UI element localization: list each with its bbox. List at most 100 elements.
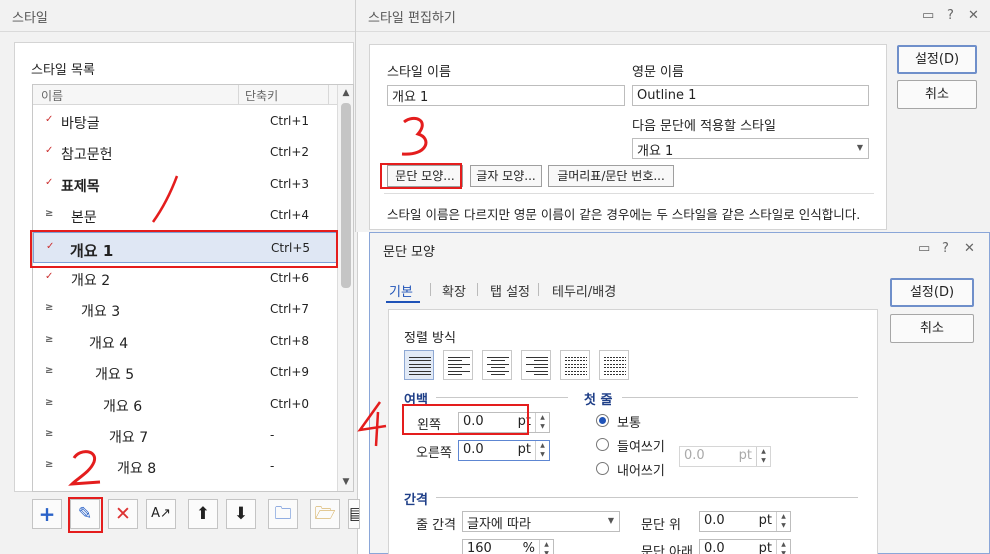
add-style-button[interactable]: +	[32, 499, 62, 529]
first-line-group-title: 첫 줄	[584, 393, 613, 408]
folder-open-icon: 🗁	[314, 504, 336, 524]
style-item-shortcut: Ctrl+4	[270, 208, 310, 223]
style-list-item[interactable]: ✓ 바탕글 Ctrl+1	[33, 106, 337, 137]
style-list-item[interactable]: ≥ 개요 5 Ctrl+9	[33, 357, 337, 388]
style-item-name: 개요 2	[71, 273, 111, 289]
style-list-header: 이름 단축키	[33, 85, 337, 105]
style-item-shortcut: Ctrl+1	[270, 114, 310, 128]
spin-arrows-icon[interactable]: ▲ ▼	[776, 512, 790, 531]
char-style-icon: ✓	[45, 145, 54, 157]
annotation-box-left-margin	[402, 404, 529, 435]
spin-arrows-icon[interactable]: ▲ ▼	[535, 441, 549, 460]
style-list[interactable]: 이름 단축키 ✓ 바탕글 Ctrl+1 ✓ 참고문헌 Ctrl+2 ✓ 표제목 Ctrl+3 ≥ 본…	[32, 84, 354, 492]
para-above-input[interactable]: 0.0 pt ▲ ▼	[699, 511, 791, 532]
open-style-button[interactable]: 🗁	[310, 499, 340, 529]
scroll-up-icon[interactable]: ▲	[341, 88, 351, 98]
style-item-shortcut: Ctrl+8	[270, 333, 310, 348]
style-name-input[interactable]	[387, 85, 625, 106]
scroll-thumb[interactable]	[341, 103, 351, 288]
column-header-name[interactable]: 이름	[41, 87, 63, 104]
spin-arrows-icon[interactable]: ▲ ▼	[535, 413, 549, 432]
chat-icon[interactable]: ▭	[922, 8, 934, 23]
bullet-numbering-button[interactable]: 글머리표/문단 번호...	[548, 165, 674, 187]
style-list-item[interactable]: ≥ 개요 6 Ctrl+0	[33, 389, 337, 420]
move-down-button[interactable]: ⬇	[226, 499, 256, 529]
char-style-icon: ✓	[45, 114, 54, 125]
style-item-shortcut: Ctrl+7	[270, 302, 310, 317]
english-name-input[interactable]	[632, 85, 869, 106]
scroll-down-icon[interactable]: ▼	[341, 477, 351, 487]
style-list-item[interactable]: ≥ 개요 4 Ctrl+8	[33, 326, 337, 357]
style-item-shortcut: Ctrl+9	[270, 365, 310, 380]
move-up-button[interactable]: ⬆	[188, 499, 218, 529]
annotation-box-paragraph-button	[380, 163, 462, 189]
close-icon[interactable]: ✕	[964, 241, 975, 256]
help-icon[interactable]: ?	[942, 241, 949, 256]
annotation-number-3	[401, 117, 428, 156]
line-spacing-type-select[interactable]: 글자에 따라 ▼	[462, 511, 620, 532]
tab-border-background[interactable]: 테두리/배경	[552, 281, 616, 300]
style-list-item[interactable]: ✓ 참고문헌 Ctrl+2	[33, 137, 337, 168]
style-dialog-title: 스타일	[12, 11, 48, 26]
first-line-indent-radio[interactable]	[596, 438, 609, 451]
spin-arrows-icon[interactable]: ▲ ▼	[539, 540, 553, 554]
import-style-button[interactable]: 🗀	[268, 499, 298, 529]
para-style-icon: ≥	[45, 208, 54, 220]
para-cancel-button[interactable]: 취소	[890, 314, 974, 343]
para-style-icon: ≥	[45, 396, 54, 408]
replace-style-button[interactable]: A↗	[146, 499, 176, 529]
spin-arrows-icon[interactable]: ▲ ▼	[756, 447, 770, 466]
para-below-input[interactable]: 0.0 pt ▲ ▼	[699, 539, 791, 554]
style-item-shortcut: -	[270, 459, 275, 474]
align-divide-icon[interactable]	[599, 350, 629, 380]
right-margin-input[interactable]: 0.0 pt ▲ ▼	[458, 440, 550, 461]
annotation-number-4	[357, 401, 387, 447]
edit-ok-button[interactable]: 설정(D)	[897, 45, 977, 74]
plus-icon: +	[38, 502, 56, 526]
first-line-value-input[interactable]: 0.0 pt ▲ ▼	[679, 446, 771, 467]
align-distribute-icon[interactable]	[560, 350, 590, 380]
line-spacing-value-input[interactable]: 160 % ▲ ▼	[462, 539, 554, 554]
tab-active-indicator	[386, 301, 420, 303]
tab-tab-settings[interactable]: 탭 설정	[490, 281, 530, 300]
close-icon[interactable]: ✕	[968, 8, 979, 23]
para-style-icon: ≥	[45, 459, 54, 471]
chat-icon[interactable]: ▭	[918, 241, 930, 256]
tab-basic[interactable]: 기본	[389, 281, 413, 300]
spin-arrows-icon[interactable]: ▲ ▼	[776, 540, 790, 554]
spacing-group-title: 간격	[404, 493, 428, 508]
style-item-shortcut: Ctrl+2	[270, 145, 310, 160]
para-ok-button[interactable]: 설정(D)	[890, 278, 974, 307]
first-line-normal-radio[interactable]	[596, 414, 609, 427]
style-item-name: 본문	[71, 210, 97, 227]
style-item-name: 표제목	[61, 178, 100, 195]
character-shape-button[interactable]: 글자 모양...	[470, 165, 542, 187]
column-header-shortcut[interactable]: 단축키	[245, 87, 278, 104]
align-right-icon[interactable]	[521, 350, 551, 380]
align-left-icon[interactable]	[443, 350, 473, 380]
delete-x-icon: ✕	[115, 503, 131, 525]
align-center-icon[interactable]	[482, 350, 512, 380]
tab-extension[interactable]: 확장	[442, 281, 466, 300]
first-line-hanging-radio[interactable]	[596, 462, 609, 475]
edit-style-panel: 스타일 이름 영문 이름 다음 문단에 적용할 스타일 개요 1 ▼ 문단 모양…	[369, 44, 887, 230]
style-name-note: 스타일 이름은 다르지만 영문 이름이 같은 경우에는 두 스타일을 같은 스타…	[387, 207, 861, 222]
next-style-label: 다음 문단에 적용할 스타일	[632, 119, 776, 134]
style-item-shortcut: Ctrl+6	[270, 271, 310, 285]
style-list-label: 스타일 목록	[31, 63, 95, 78]
style-list-scrollbar[interactable]: ▲ ▼	[337, 85, 353, 491]
style-list-item[interactable]: ≥ 개요 3 Ctrl+7	[33, 294, 337, 325]
style-list-item[interactable]: ≥ 본문 Ctrl+4	[33, 200, 337, 231]
style-item-name: 참고문헌	[61, 147, 113, 164]
edit-style-dialog: 스타일 편집하기 ▭ ? ✕ 스타일 이름 영문 이름 다음 문단에 적용할 스…	[355, 0, 990, 232]
help-icon[interactable]: ?	[947, 8, 954, 23]
folder-import-icon: 🗀	[274, 504, 292, 524]
style-item-shortcut: -	[270, 428, 275, 442]
save-style-button[interactable]: ▤	[348, 499, 360, 529]
style-item-name: 개요 3	[81, 304, 121, 321]
style-list-item[interactable]: ✓ 표제목 Ctrl+3	[33, 169, 337, 200]
next-style-select[interactable]: 개요 1 ▼	[632, 138, 869, 159]
edit-cancel-button[interactable]: 취소	[897, 80, 977, 109]
align-justify-icon[interactable]	[404, 350, 434, 380]
delete-style-button[interactable]: ✕	[108, 499, 138, 529]
